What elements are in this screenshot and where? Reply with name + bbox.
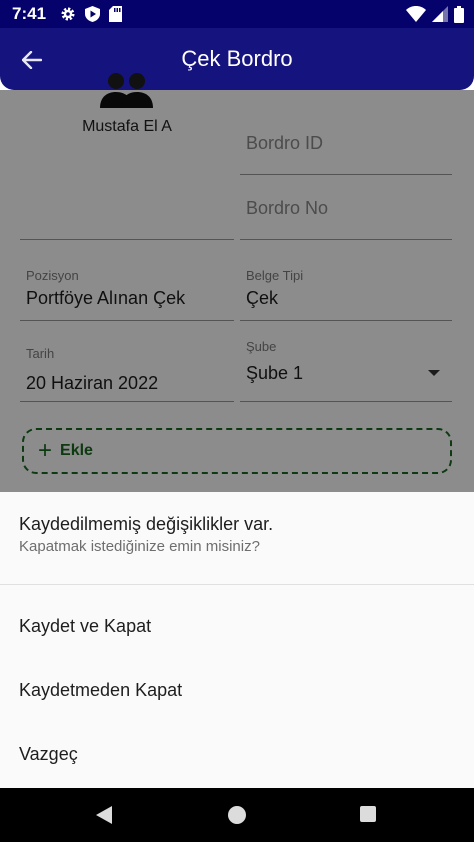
system-nav-bar bbox=[0, 788, 474, 842]
nav-recents-icon[interactable] bbox=[360, 806, 376, 822]
save-and-close-button[interactable]: Kaydet ve Kapat bbox=[0, 596, 474, 656]
close-without-saving-button[interactable]: Kaydetmeden Kapat bbox=[0, 660, 474, 720]
signal-icon bbox=[432, 6, 448, 22]
wifi-icon bbox=[406, 6, 426, 22]
sheet-subtitle: Kapatmak istediğinize emin misiniz? bbox=[19, 538, 260, 555]
nav-home-icon[interactable] bbox=[228, 806, 246, 824]
sheet-title: Kaydedilmemiş değişiklikler var. bbox=[19, 514, 274, 534]
unsaved-changes-sheet: Kaydedilmemiş değişiklikler var. Kapatma… bbox=[0, 492, 474, 788]
nav-back-icon[interactable] bbox=[96, 806, 112, 824]
status-system-icons bbox=[406, 5, 464, 23]
sheet-divider bbox=[0, 584, 474, 585]
modal-scrim[interactable] bbox=[0, 90, 474, 492]
battery-icon bbox=[454, 5, 464, 23]
cancel-button[interactable]: Vazgeç bbox=[0, 724, 474, 784]
